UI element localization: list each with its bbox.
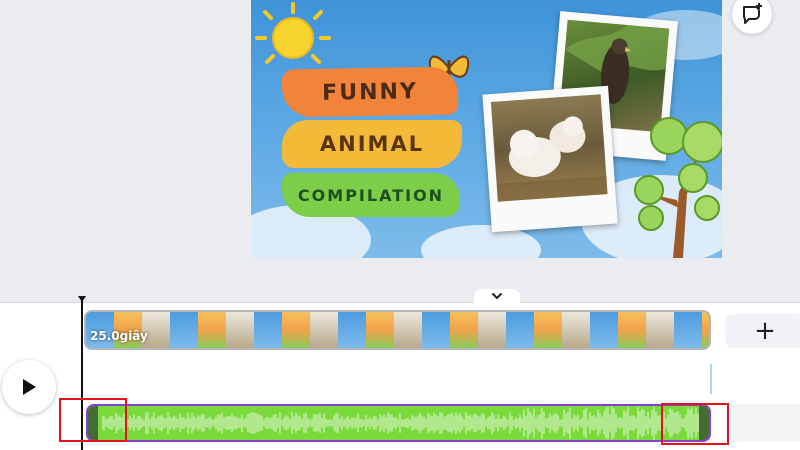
clip-duration-label: 25.0giây <box>90 329 148 343</box>
plus-icon: + <box>754 316 776 346</box>
video-frame-thumbnail <box>562 312 590 348</box>
highlight-box-left-handle <box>59 398 127 442</box>
video-frame-thumbnail <box>310 312 338 348</box>
video-frame-thumbnail <box>618 312 646 348</box>
video-frame-thumbnail <box>478 312 506 348</box>
video-frame-thumbnail <box>646 312 674 348</box>
title-line-3: COMPILATION <box>297 185 445 205</box>
video-frame-thumbnail <box>674 312 702 348</box>
video-clip-track[interactable] <box>84 310 711 350</box>
video-frame-thumbnail <box>170 312 198 348</box>
lion-cubs-photo <box>490 94 608 202</box>
video-frame-thumbnail <box>534 312 562 348</box>
polaroid-photo-lions[interactable] <box>482 85 618 233</box>
video-frame-thumbnail <box>394 312 422 348</box>
canvas-area: FUNNY ANIMAL COMPILATION <box>0 0 800 292</box>
audio-waveform <box>102 406 699 440</box>
design-page[interactable]: FUNNY ANIMAL COMPILATION <box>251 0 722 258</box>
video-frame-thumbnail <box>226 312 254 348</box>
title-line-2: ANIMAL <box>319 132 425 156</box>
add-page-button[interactable]: + <box>725 314 800 348</box>
collapse-timeline-button[interactable] <box>474 289 520 303</box>
track-end-marker <box>710 364 712 394</box>
sun-icon <box>255 2 331 64</box>
video-frame-thumbnail <box>422 312 450 348</box>
highlight-box-right-handle <box>661 403 729 445</box>
video-frame-thumbnail <box>506 312 534 348</box>
title-banner-compilation[interactable]: COMPILATION <box>282 173 460 217</box>
play-button[interactable] <box>2 360 56 414</box>
audio-clip-track[interactable] <box>86 404 711 442</box>
chevron-down-icon <box>492 293 502 300</box>
video-frame-thumbnail <box>254 312 282 348</box>
video-frame-thumbnail <box>338 312 366 348</box>
video-frame-thumbnail <box>702 312 709 348</box>
title-line-1: FUNNY <box>321 78 419 106</box>
video-frame-thumbnail <box>366 312 394 348</box>
video-frame-thumbnail <box>282 312 310 348</box>
audio-waveform-overflow <box>730 404 800 442</box>
video-frame-thumbnail <box>450 312 478 348</box>
video-frame-thumbnail <box>198 312 226 348</box>
play-icon <box>23 379 36 395</box>
title-banner-animal[interactable]: ANIMAL <box>282 120 462 168</box>
title-banner-funny[interactable]: FUNNY <box>281 66 459 118</box>
comment-add-icon <box>742 3 762 24</box>
add-comment-button[interactable] <box>732 0 772 34</box>
video-frame-thumbnail <box>590 312 618 348</box>
tree-illustration <box>634 117 722 258</box>
